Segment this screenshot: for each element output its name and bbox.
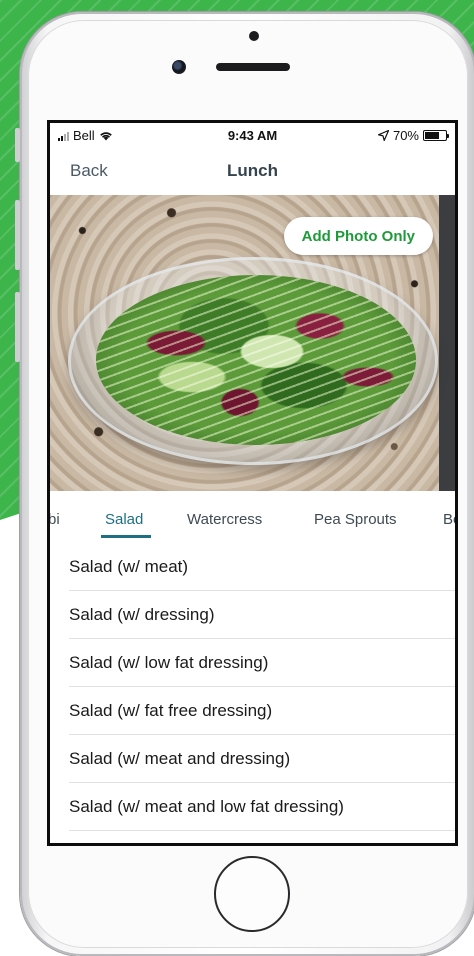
list-item-label: Salad (w/ meat and dressing) bbox=[69, 748, 291, 768]
list-item-label: Salad (w/ dressing) bbox=[69, 604, 215, 624]
status-bar: Bell 9:43 AM 70% bbox=[50, 123, 455, 149]
front-camera-icon bbox=[172, 60, 186, 74]
list-item[interactable]: Salad (w/ dressing) bbox=[69, 591, 455, 639]
list-item-label: Salad (w/ meat and low fat dressing) bbox=[69, 796, 344, 816]
list-item-label: Salad (w/ fat free dressing) bbox=[69, 700, 273, 720]
mute-switch bbox=[15, 128, 20, 162]
earpiece-speaker bbox=[216, 63, 290, 71]
list-item-label: Salad (w/ meat) bbox=[69, 556, 189, 576]
salad-shreds bbox=[96, 275, 416, 445]
add-photo-only-button[interactable]: Add Photo Only bbox=[283, 217, 433, 255]
list-item[interactable]: Salad (w/ meat and dressing) bbox=[69, 735, 455, 783]
photo-background-edge bbox=[439, 195, 455, 491]
status-right: 70% bbox=[377, 128, 449, 143]
active-tab-indicator bbox=[101, 535, 151, 538]
food-item-list: Salad (w/ meat) Salad (w/ dressing) Sala… bbox=[50, 543, 455, 831]
battery-icon bbox=[423, 130, 449, 141]
tab-partial-left[interactable]: bi bbox=[50, 511, 60, 528]
app-screen: Bell 9:43 AM 70% Back Lunch Add Photo On… bbox=[47, 120, 458, 846]
page-title: Lunch bbox=[227, 161, 278, 180]
category-tabs: bi Salad Watercress Pea Sprouts Be bbox=[50, 491, 455, 543]
list-item[interactable]: Salad (w/ fat free dressing) bbox=[69, 687, 455, 735]
battery-fill bbox=[425, 132, 439, 139]
tab-pea-sprouts[interactable]: Pea Sprouts bbox=[314, 511, 397, 528]
list-item[interactable]: Salad (w/ meat) bbox=[69, 543, 455, 591]
tab-watercress[interactable]: Watercress bbox=[187, 511, 262, 528]
list-item-label: Salad (w/ low fat dressing) bbox=[69, 652, 269, 672]
list-item[interactable]: Salad (w/ meat and low fat dressing) bbox=[69, 783, 455, 831]
list-item[interactable]: Salad (w/ low fat dressing) bbox=[69, 639, 455, 687]
volume-up-button bbox=[15, 200, 20, 270]
location-arrow-icon bbox=[377, 130, 389, 141]
tab-salad[interactable]: Salad bbox=[105, 511, 143, 528]
volume-down-button bbox=[15, 292, 20, 362]
home-button[interactable] bbox=[214, 856, 290, 932]
tab-partial-right[interactable]: Be bbox=[443, 511, 455, 528]
battery-percent: 70% bbox=[392, 128, 419, 143]
food-photo: Add Photo Only bbox=[50, 195, 455, 491]
navigation-bar: Back Lunch bbox=[50, 149, 455, 195]
proximity-sensor bbox=[249, 31, 259, 41]
